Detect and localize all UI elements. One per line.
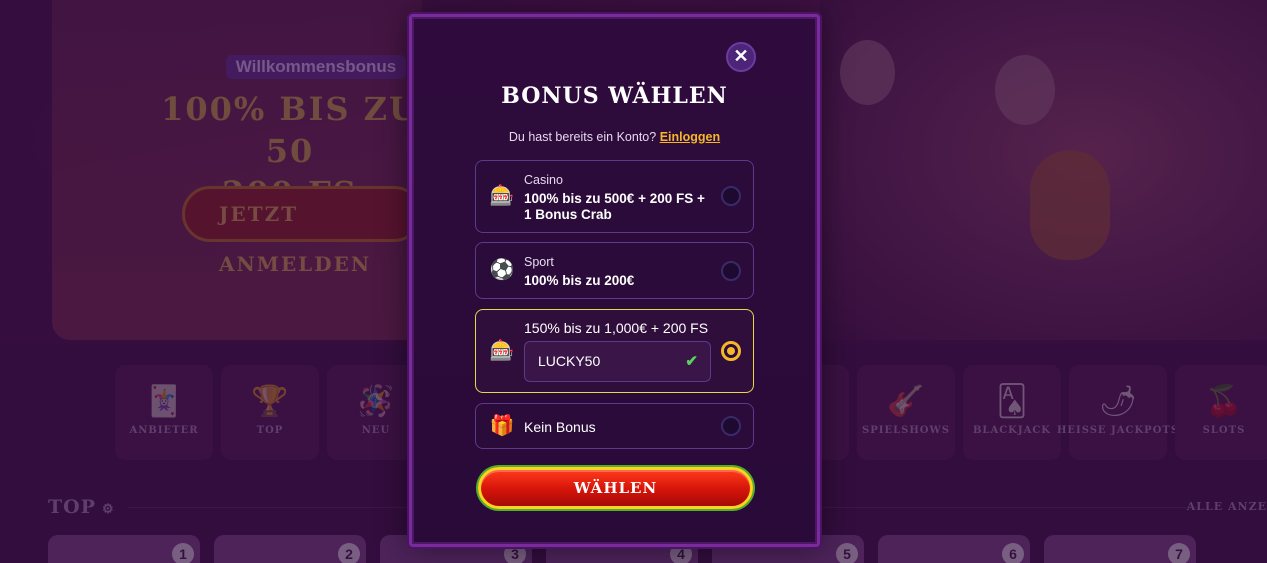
bonus-option-none[interactable]: 🎁 Kein Bonus	[475, 403, 754, 449]
bonus-option-casino[interactable]: 🎰 Casino 100% bis zu 500€ + 200 FS + 1 B…	[475, 160, 754, 233]
option-category: Casino	[524, 173, 563, 187]
gift-crossed-icon: 🎁	[489, 415, 515, 437]
login-prompt-text: Du hast bereits ein Konto?	[508, 130, 657, 144]
radio-sport[interactable]	[721, 261, 741, 281]
close-icon: ✕	[733, 46, 749, 66]
slot-machine-gold-icon: 🎰	[489, 340, 515, 362]
bonus-modal: ✕ BONUS WÄHLEN Du hast bereits ein Konto…	[409, 14, 820, 547]
option-description: 100% bis zu 500€ + 200 FS + 1 Bonus Crab	[524, 191, 705, 222]
option-category: Sport	[524, 255, 554, 269]
bonus-option-sport[interactable]: ⚽ Sport 100% bis zu 200€	[475, 242, 754, 299]
bonus-code-value: LUCKY50	[538, 353, 601, 369]
close-button[interactable]: ✕	[726, 42, 756, 72]
option-description: 150% bis zu 1,000€ + 200 FS	[524, 320, 709, 336]
bonus-option-deposit[interactable]: 🎰 150% bis zu 1,000€ + 200 FS LUCKY50 ✔	[475, 309, 754, 393]
radio-casino[interactable]	[721, 186, 741, 206]
login-link[interactable]: Einloggen	[660, 130, 720, 144]
soccer-ball-icon: ⚽	[489, 259, 515, 281]
check-icon: ✔	[685, 353, 698, 370]
bonus-code-input[interactable]: LUCKY50 ✔	[524, 341, 711, 382]
radio-deposit-selected[interactable]	[721, 341, 741, 361]
login-prompt: Du hast bereits ein Konto? Einloggen	[412, 130, 817, 144]
modal-title: BONUS WÄHLEN	[501, 83, 728, 109]
option-description: Kein Bonus	[524, 419, 596, 435]
slot-machine-icon: 🎰	[489, 185, 515, 207]
option-description: 100% bis zu 200€	[524, 273, 635, 288]
radio-none[interactable]	[721, 416, 741, 436]
choose-bonus-button[interactable]: WÄHLEN	[478, 467, 753, 509]
